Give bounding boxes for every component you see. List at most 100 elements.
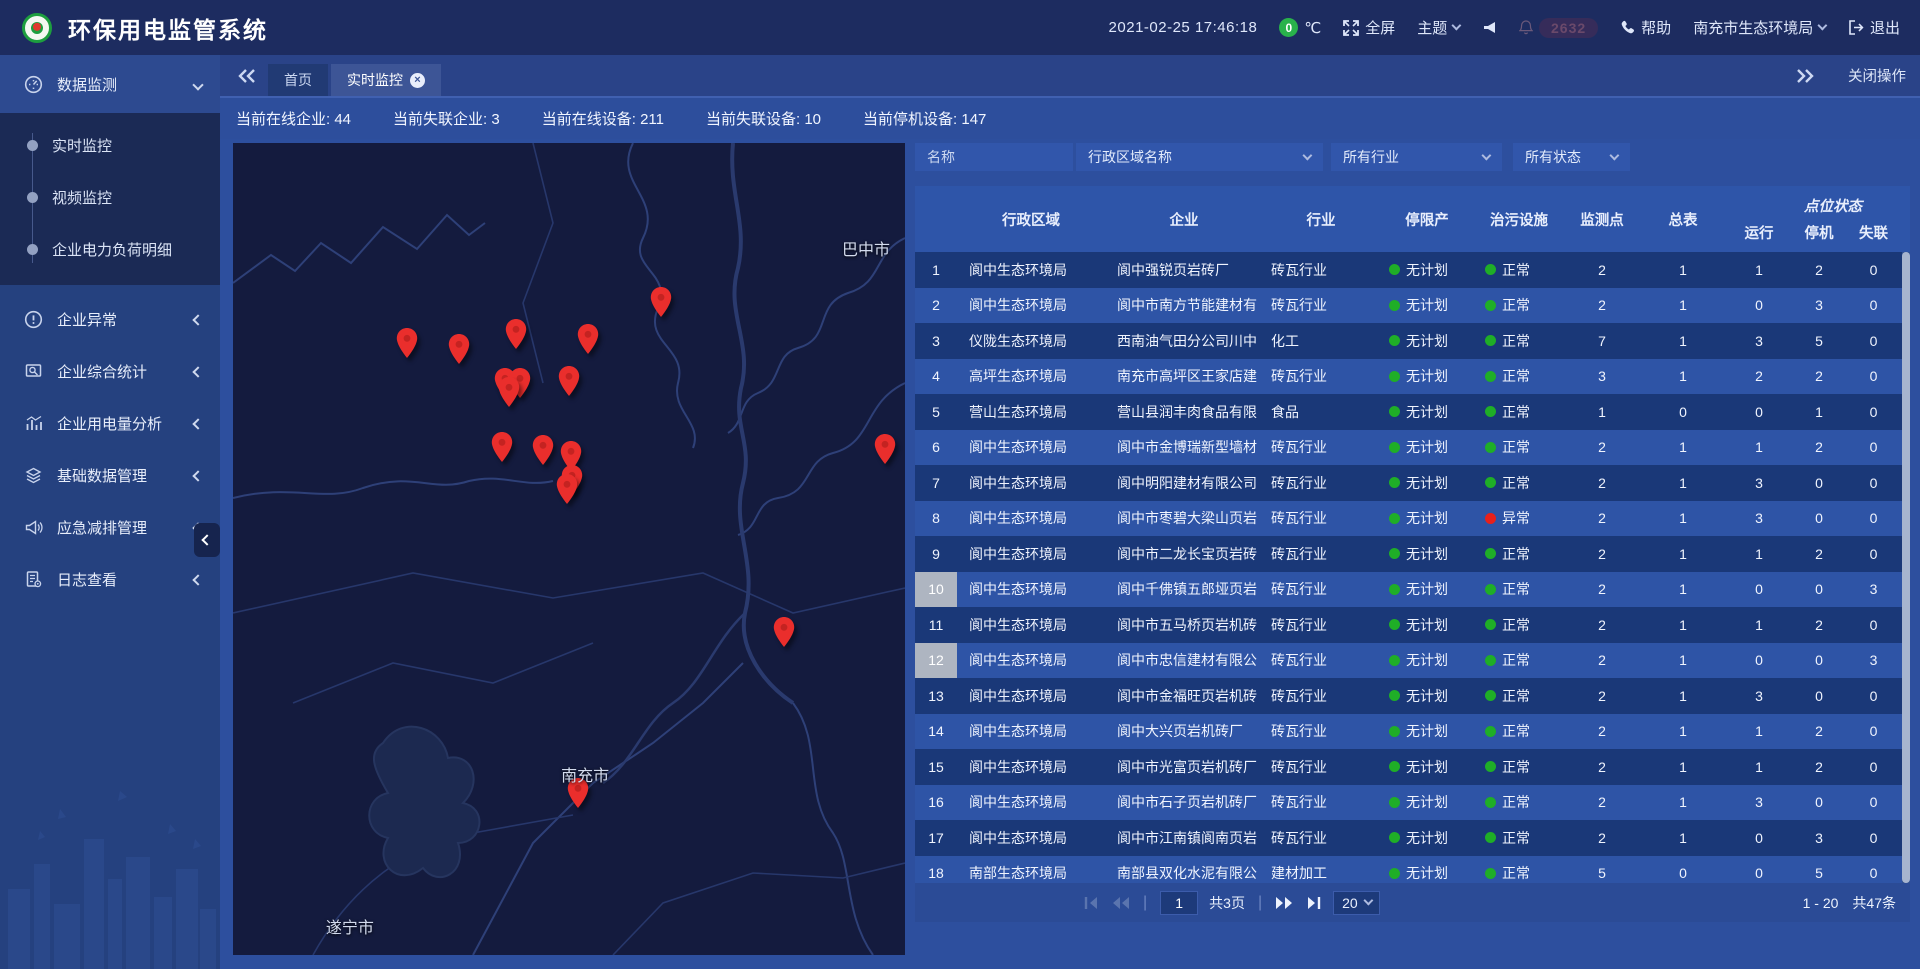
region-filter-select[interactable]: 行政区域名称 [1076,143,1323,171]
sidebar-item-emergency-reduction[interactable]: 应急减排管理 [0,501,220,553]
row-number: 16 [915,785,957,821]
first-page-button[interactable] [1083,896,1100,910]
cell-enterprise: 阆中市金福旺页岩机砖 [1105,678,1263,714]
cell-total-meter: 1 [1641,323,1725,359]
table-row[interactable]: 6 阆中生态环境局 阆中市金博瑞新型墙材 砖瓦行业 无计划 正常 2 1 1 2… [915,430,1902,466]
alarm-counter[interactable]: 2632 [1519,18,1598,38]
tab-close-icon[interactable]: × [410,73,425,88]
table-row[interactable]: 8 阆中生态环境局 阆中市枣碧大梁山页岩 砖瓦行业 无计划 异常 2 1 3 0… [915,501,1902,537]
cell-stop-status: 无计划 [1379,607,1475,643]
cell-lost-count: 0 [1845,465,1902,501]
cell-region: 阆中生态环境局 [957,572,1105,608]
table-row[interactable]: 18 南部生态环境局 南部县双化水泥有限公 建材加工 无计划 正常 5 0 0 … [915,856,1902,884]
name-filter-input[interactable] [927,149,1061,165]
column-monitor: 监测点 [1563,186,1641,252]
cell-stopped-count: 3 [1793,288,1845,324]
industry-filter-select[interactable]: 所有行业 [1331,143,1502,171]
sidebar-item-power-analysis[interactable]: 企业用电量分析 [0,397,220,449]
cell-industry: 砖瓦行业 [1263,749,1379,785]
tabs-scroll-left-button[interactable] [238,69,256,83]
table-row[interactable]: 16 阆中生态环境局 阆中市石子页岩机砖厂 砖瓦行业 无计划 正常 2 1 3 … [915,785,1902,821]
status-dot [1389,406,1400,417]
prev-page-button[interactable] [1111,896,1130,910]
cell-facility-status: 正常 [1475,323,1563,359]
alarm-count-badge: 2632 [1539,18,1598,38]
table-row[interactable]: 2 阆中生态环境局 阆中市南方节能建材有 砖瓦行业 无计划 正常 2 1 0 3… [915,288,1902,324]
table-row[interactable]: 10 阆中生态环境局 阆中千佛镇五郎垭页岩 砖瓦行业 无计划 正常 2 1 0 … [915,572,1902,608]
cell-lost-count: 3 [1845,572,1902,608]
theme-menu[interactable]: 主题 [1417,17,1460,38]
table-row[interactable]: 13 阆中生态环境局 阆中市金福旺页岩机砖 砖瓦行业 无计划 正常 2 1 3 … [915,678,1902,714]
table-row[interactable]: 15 阆中生态环境局 阆中市光富页岩机砖厂 砖瓦行业 无计划 正常 2 1 1 … [915,749,1902,785]
cell-region: 营山生态环境局 [957,394,1105,430]
org-menu[interactable]: 南充市生态环境局 [1693,17,1826,38]
cell-facility-status: 正常 [1475,252,1563,288]
name-filter-field[interactable] [915,143,1073,171]
cell-monitor-count: 2 [1563,288,1641,324]
cell-region: 阆中生态环境局 [957,820,1105,856]
cell-lost-count: 3 [1845,643,1902,679]
sidebar-item-realtime-monitoring[interactable]: 实时监控 [0,119,220,171]
cell-facility-status: 正常 [1475,785,1563,821]
cell-facility-status: 正常 [1475,643,1563,679]
sidebar-item-enterprise-statistics[interactable]: 企业综合统计 [0,345,220,397]
sidebar-item-data-monitoring[interactable]: 数据监测 [0,55,220,113]
cell-region: 阆中生态环境局 [957,430,1105,466]
temperature-unit: ℃ [1304,19,1321,37]
row-number: 6 [915,430,957,466]
help-button[interactable]: 帮助 [1620,17,1671,38]
cell-region: 阆中生态环境局 [957,785,1105,821]
next-page-button[interactable] [1275,896,1294,910]
status-dot [1485,548,1496,559]
range-label: 1 - 20 [1803,895,1839,911]
status-dot [1485,477,1496,488]
cell-facility-status: 正常 [1475,714,1563,750]
table-row[interactable]: 3 仪陇生态环境局 西南油气田分公司川中 化工 无计划 正常 7 1 3 5 0 [915,323,1902,359]
sidebar-collapse-button[interactable] [194,523,220,557]
sidebar-item-video-monitoring[interactable]: 视频监控 [0,171,220,223]
table-row[interactable]: 7 阆中生态环境局 阆中明阳建材有限公司 砖瓦行业 无计划 正常 2 1 3 0… [915,465,1902,501]
status-filter-select[interactable]: 所有状态 [1513,143,1630,171]
tab-home[interactable]: 首页 [268,64,328,96]
page-number-input[interactable] [1160,891,1198,915]
row-number: 5 [915,394,957,430]
cell-run-count: 3 [1725,501,1793,537]
map-panel[interactable]: 巴中市南充市遂宁市 [233,143,905,955]
tab-realtime-monitoring[interactable]: 实时监控 × [331,64,441,96]
table-row[interactable]: 11 阆中生态环境局 阆中市五马桥页岩机砖 砖瓦行业 无计划 正常 2 1 1 … [915,607,1902,643]
cell-stop-status: 无计划 [1379,359,1475,395]
cell-industry: 砖瓦行业 [1263,252,1379,288]
cell-monitor-count: 2 [1563,714,1641,750]
cell-enterprise: 阆中市枣碧大梁山页岩 [1105,501,1263,537]
prev-page-icon [1111,896,1130,910]
table-row[interactable]: 9 阆中生态环境局 阆中市二龙长宝页岩砖 砖瓦行业 无计划 正常 2 1 1 2… [915,536,1902,572]
sidebar-item-log-view[interactable]: 日志查看 [0,553,220,605]
table-row[interactable]: 4 高坪生态环境局 南充市高坪区王家店建 砖瓦行业 无计划 正常 3 1 2 2… [915,359,1902,395]
cell-run-count: 0 [1725,394,1793,430]
last-page-button[interactable] [1305,896,1322,910]
page-size-select[interactable]: 20 [1333,891,1380,915]
table-header: 行政区域 企业 行业 停限产 治污设施 监测点 总表 运行 停机 失联 点位状态 [915,186,1910,252]
sidebar-item-base-data[interactable]: 基础数据管理 [0,449,220,501]
log-file-icon [24,570,43,589]
tab-bar: 首页 实时监控 × 关闭操作 [220,55,1920,98]
mute-button[interactable] [1482,20,1497,35]
sidebar-item-enterprise-abnormal[interactable]: 企业异常 [0,293,220,345]
table-row[interactable]: 14 阆中生态环境局 阆中大兴页岩机砖厂 砖瓦行业 无计划 正常 2 1 1 2… [915,714,1902,750]
table-scrollbar[interactable] [1902,252,1910,883]
scrollbar-thumb[interactable] [1902,252,1910,883]
cell-monitor-count: 1 [1563,394,1641,430]
tabs-scroll-right-button[interactable] [1796,69,1814,83]
cell-enterprise: 阆中市石子页岩机砖厂 [1105,785,1263,821]
table-row[interactable]: 1 阆中生态环境局 阆中强锐页岩砖厂 砖瓦行业 无计划 正常 2 1 1 2 0 [915,252,1902,288]
fullscreen-button[interactable]: 全屏 [1343,17,1395,38]
status-dot [1389,584,1400,595]
cell-total-meter: 1 [1641,465,1725,501]
table-row[interactable]: 5 营山生态环境局 营山县润丰肉食品有限 食品 无计划 正常 1 0 0 1 0 [915,394,1902,430]
row-number: 14 [915,714,957,750]
logout-button[interactable]: 退出 [1848,17,1900,38]
sidebar-item-power-load-detail[interactable]: 企业电力负荷明细 [0,223,220,275]
close-operations-menu[interactable]: 关闭操作 [1848,65,1906,86]
table-row[interactable]: 17 阆中生态环境局 阆中市江南镇阆南页岩 砖瓦行业 无计划 正常 2 1 0 … [915,820,1902,856]
table-row[interactable]: 12 阆中生态环境局 阆中市忠信建材有限公 砖瓦行业 无计划 正常 2 1 0 … [915,643,1902,679]
